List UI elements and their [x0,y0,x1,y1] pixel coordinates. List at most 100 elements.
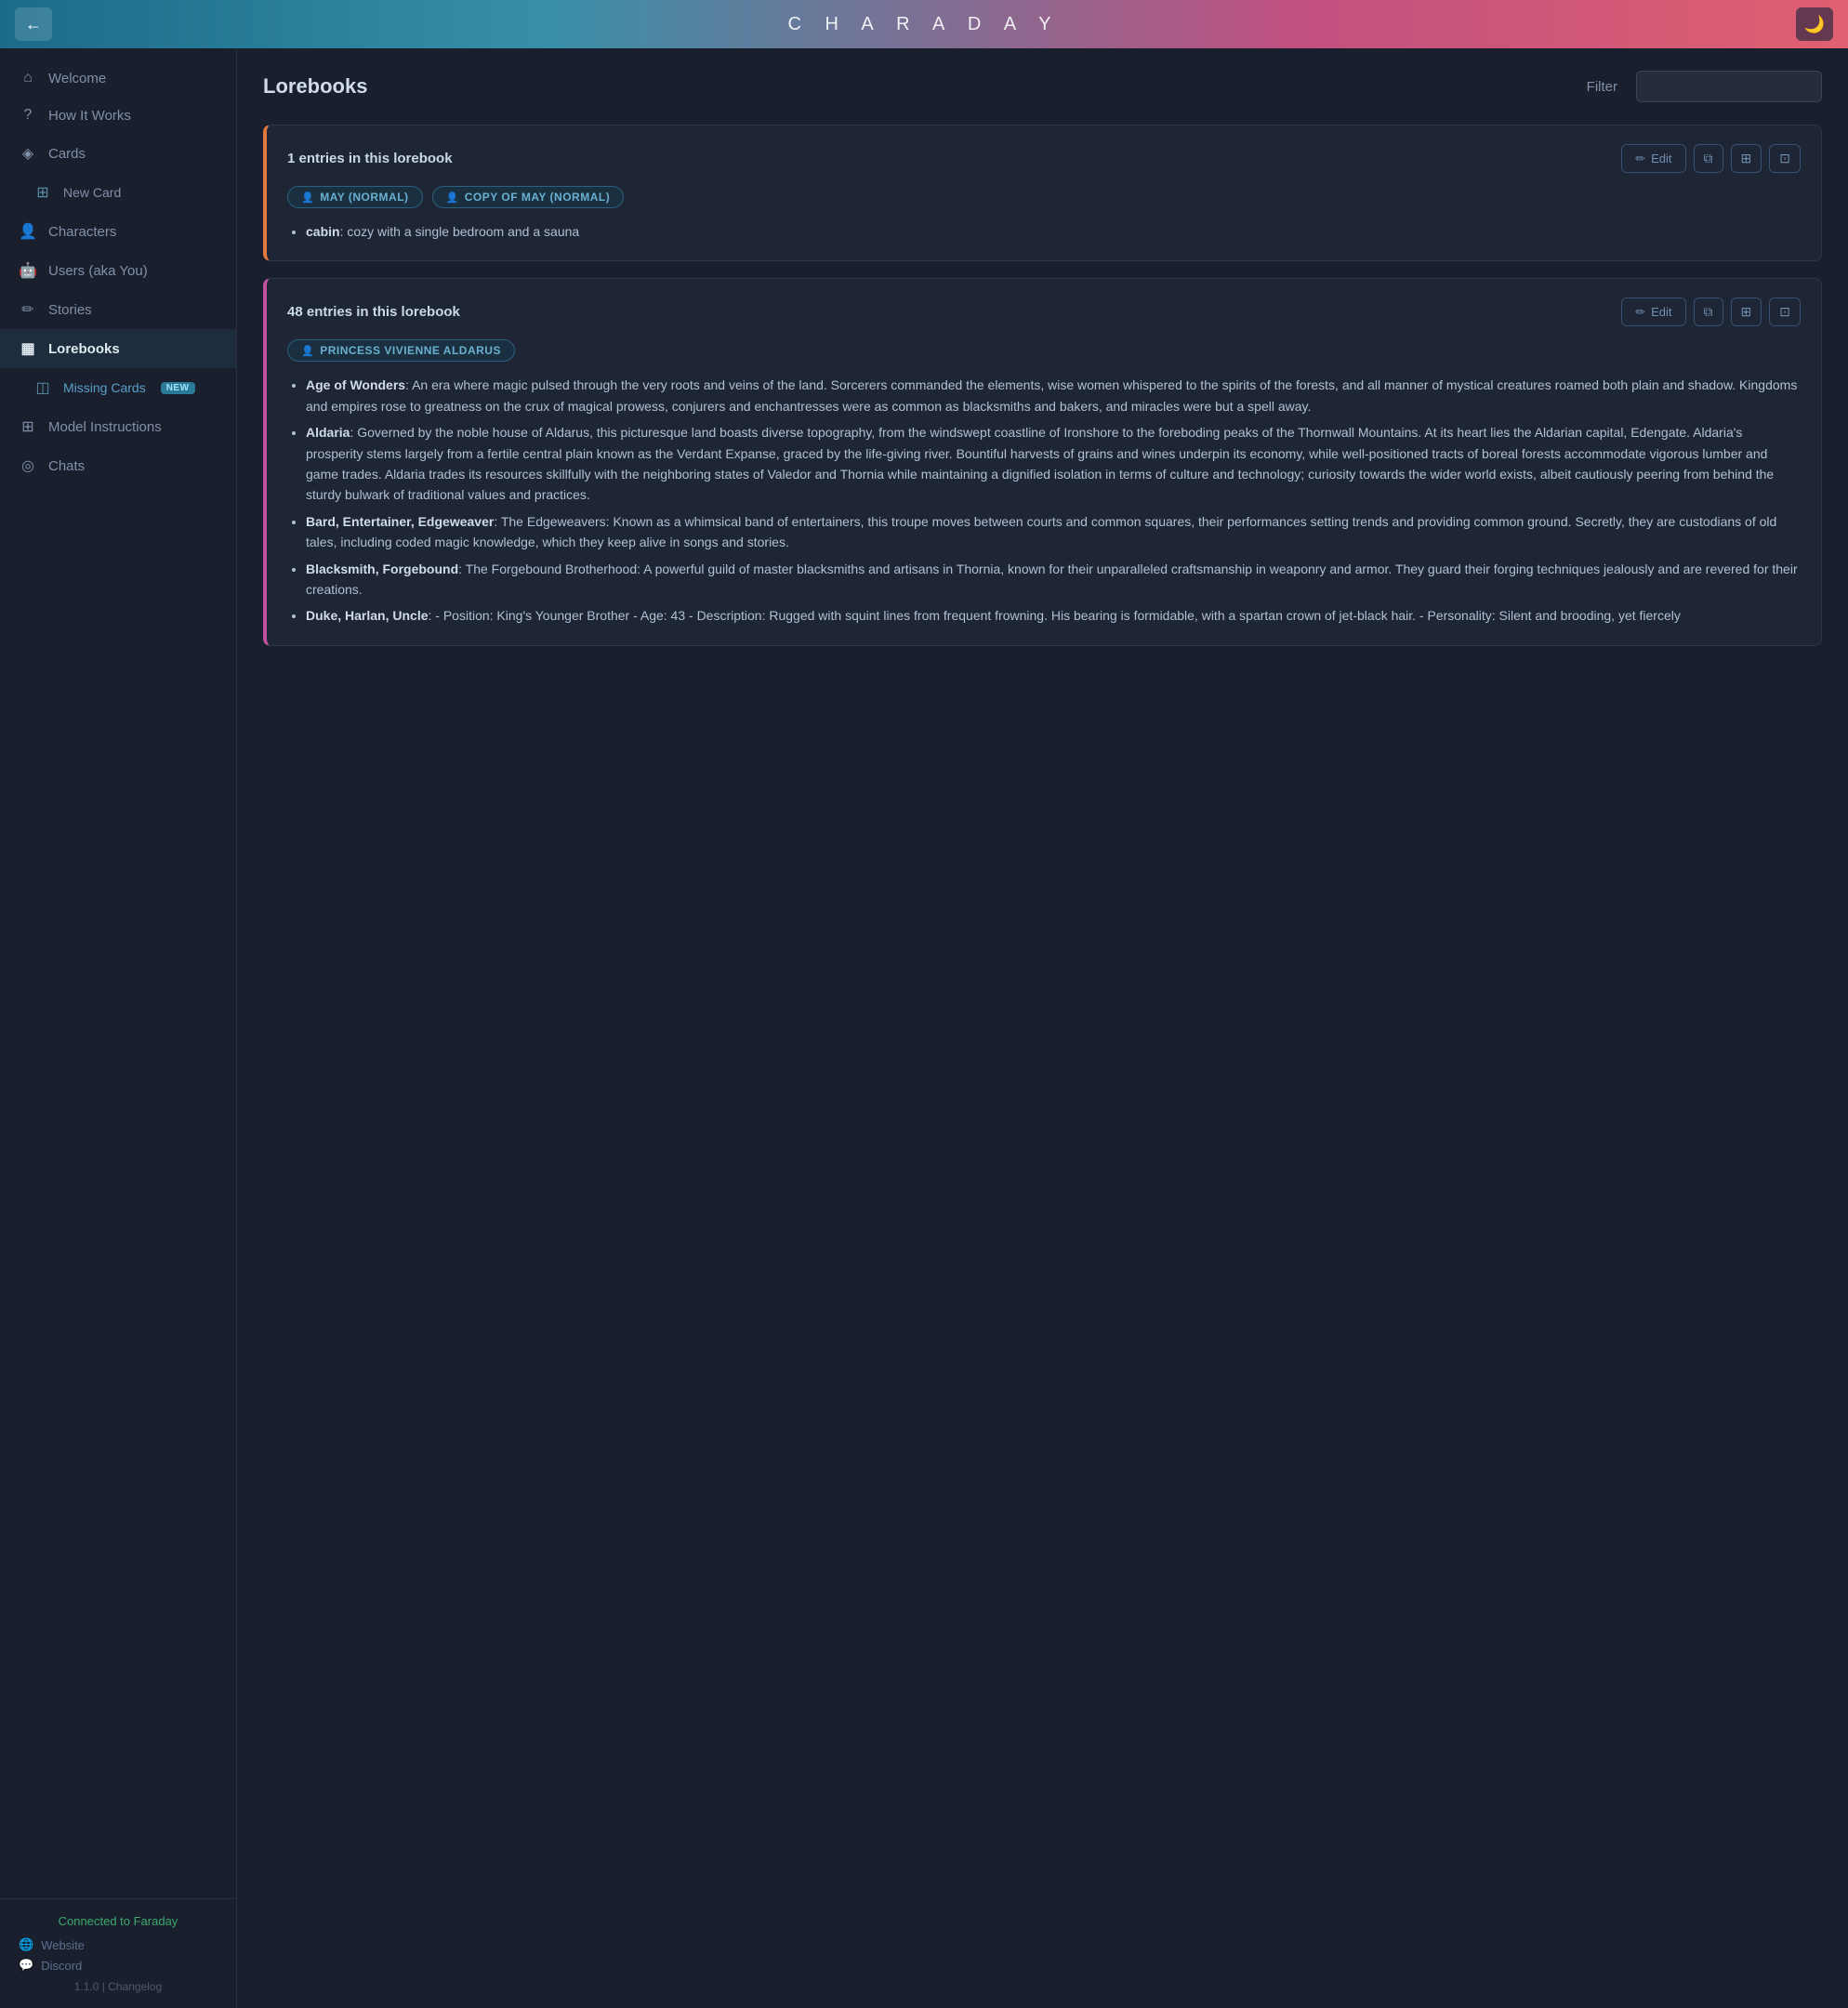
stories-icon: ✏ [19,300,37,319]
discord-icon: 💬 [19,1958,33,1973]
lorebook-tag-1-0[interactable]: 👤 PRINCESS VIVIENNE ALDARUS [287,339,515,362]
characters-icon: 👤 [19,222,37,241]
action-btn-2-1[interactable]: ⊡ [1769,297,1801,326]
entry-key-1-1: Aldaria [306,425,350,440]
sidebar-item-cards[interactable]: ◈ Cards [0,134,236,173]
sidebar-item-label-missing-cards: Missing Cards [63,380,146,395]
sidebar-item-label-users: Users (aka You) [48,263,148,279]
lorebook-tags-0: 👤 MAY (NORMAL) 👤 COPY OF MAY (NORMAL) [287,186,1801,208]
website-icon: 🌐 [19,1937,33,1952]
lorebook-entry-1-2: Bard, Entertainer, Edgeweaver: The Edgew… [306,511,1801,553]
entry-key-1-0: Age of Wonders [306,377,405,392]
new-card-icon: ⊞ [33,183,52,202]
entry-key-0-0: cabin [306,224,340,239]
app-title: C H A R A D A Y [787,14,1060,35]
sidebar-item-missing-cards[interactable]: ◫ Missing Cards NEW [0,368,236,407]
cards-icon: ◈ [19,144,37,163]
footer-link-label-discord: Discord [41,1959,82,1973]
action-btn-1-1[interactable]: ⊞ [1731,297,1762,326]
entry-key-1-4: Duke, Harlan, Uncle [306,608,429,623]
lorebook-entries-list-1: Age of Wonders: An era where magic pulse… [287,375,1801,626]
lorebook-entries-count-1: 48 entries in this lorebook [287,304,460,320]
sidebar-item-label-model-instructions: Model Instructions [48,419,162,435]
sidebar-item-how-it-works[interactable]: ? How It Works [0,97,236,134]
tag-label-1-0: PRINCESS VIVIENNE ALDARUS [320,344,501,357]
lorebook-entry-1-1: Aldaria: Governed by the noble house of … [306,422,1801,506]
lorebook-entries-count-0: 1 entries in this lorebook [287,151,453,166]
action-btn-2-0[interactable]: ⊡ [1769,144,1801,173]
filter-input[interactable] [1636,71,1822,102]
version-label: 1.1.0 | Changelog [19,1980,218,1993]
content-header: Lorebooks Filter [263,71,1822,102]
lorebook-card-1: 48 entries in this lorebook ✏ Edit ⧉ ⊞⊡ 👤 PRI… [263,278,1822,645]
sidebar-nav: ⌂ Welcome? How It Works ◈ Cards ⊞ New Card 👤 Cha… [0,48,236,1898]
sidebar-item-model-instructions[interactable]: ⊞ Model Instructions [0,407,236,446]
tag-icon-0-1: 👤 [446,192,459,204]
sidebar-item-lorebooks[interactable]: ▦ Lorebooks [0,329,236,368]
tag-label-0-0: MAY (NORMAL) [320,191,408,204]
page-title: Lorebooks [263,74,367,99]
lorebook-card-header-1: 48 entries in this lorebook ✏ Edit ⧉ ⊞⊡ [287,297,1801,326]
edit-button-1[interactable]: ✏ Edit [1621,297,1685,326]
sidebar-item-label-how-it-works: How It Works [48,108,131,124]
welcome-icon: ⌂ [19,70,37,86]
lorebook-entry-1-4: Duke, Harlan, Uncle: - Position: King's … [306,605,1801,626]
lorebook-actions-0: ✏ Edit ⧉ ⊞⊡ [1621,144,1801,173]
content-area: Lorebooks Filter 1 entries in this loreb… [237,48,1848,2008]
entry-key-1-2: Bard, Entertainer, Edgeweaver [306,514,494,529]
sidebar-item-chats[interactable]: ◎ Chats [0,446,236,485]
lorebook-tags-1: 👤 PRINCESS VIVIENNE ALDARUS [287,339,1801,362]
lorebook-entries-list-0: cabin: cozy with a single bedroom and a … [287,221,1801,242]
chats-icon: ◎ [19,456,37,475]
footer-link-discord[interactable]: 💬 Discord [19,1958,218,1973]
lorebook-actions-1: ✏ Edit ⧉ ⊞⊡ [1621,297,1801,326]
edit-icon-0: ✏ [1635,152,1645,166]
edit-button-0[interactable]: ✏ Edit [1621,144,1685,173]
top-header: ← C H A R A D A Y 🌙 [0,0,1848,48]
footer-links: 🌐 Website 💬 Discord [19,1937,218,1973]
how-it-works-icon: ? [19,107,37,124]
footer-link-website[interactable]: 🌐 Website [19,1937,218,1952]
sidebar-item-characters[interactable]: 👤 Characters [0,212,236,251]
lorebook-card-header-0: 1 entries in this lorebook ✏ Edit ⧉ ⊞⊡ [287,144,1801,173]
back-button[interactable]: ← [15,7,52,41]
model-instructions-icon: ⊞ [19,417,37,436]
sidebar-item-welcome[interactable]: ⌂ Welcome [0,59,236,97]
action-btn-1-0[interactable]: ⊞ [1731,144,1762,173]
copy-button-1[interactable]: ⧉ [1694,297,1723,326]
sidebar-item-label-cards: Cards [48,146,86,162]
sidebar-item-label-chats: Chats [48,458,85,474]
sidebar-item-label-stories: Stories [48,302,92,318]
lorebook-tag-0-0[interactable]: 👤 MAY (NORMAL) [287,186,423,208]
main-layout: ⌂ Welcome? How It Works ◈ Cards ⊞ New Card 👤 Cha… [0,48,1848,2008]
entry-key-1-3: Blacksmith, Forgebound [306,561,458,576]
sidebar-item-label-welcome: Welcome [48,71,106,86]
tag-icon-1-0: 👤 [301,345,314,357]
sidebar: ⌂ Welcome? How It Works ◈ Cards ⊞ New Card 👤 Cha… [0,48,237,2008]
connected-label: Connected to Faraday [19,1914,218,1928]
lorebooks-list: 1 entries in this lorebook✏ Edit⧉⊞⊡👤MAY … [263,125,1822,646]
new-badge-missing-cards: NEW [161,382,195,394]
tag-label-0-1: COPY OF MAY (NORMAL) [465,191,610,204]
sidebar-item-stories[interactable]: ✏ Stories [0,290,236,329]
sidebar-item-label-new-card: New Card [63,185,121,200]
sidebar-item-label-characters: Characters [48,224,116,240]
copy-button-0[interactable]: ⧉ [1694,144,1723,173]
lorebook-entry-1-0: Age of Wonders: An era where magic pulse… [306,375,1801,416]
footer-link-label-website: Website [41,1938,85,1952]
tag-icon-0-0: 👤 [301,192,314,204]
lorebook-card-0: 1 entries in this lorebook ✏ Edit ⧉ ⊞⊡ 👤 MAY … [263,125,1822,261]
filter-label: Filter [1587,79,1617,95]
missing-cards-icon: ◫ [33,378,52,397]
sidebar-item-users[interactable]: 🤖 Users (aka You) [0,251,236,290]
sidebar-item-label-lorebooks: Lorebooks [48,341,120,357]
sidebar-item-new-card[interactable]: ⊞ New Card [0,173,236,212]
edit-icon-1: ✏ [1635,305,1645,320]
lorebook-entry-0-0: cabin: cozy with a single bedroom and a … [306,221,1801,242]
sidebar-footer: Connected to Faraday 🌐 Website 💬 Discord 1.… [0,1898,236,2008]
theme-toggle-button[interactable]: 🌙 [1796,7,1833,41]
users-icon: 🤖 [19,261,37,280]
lorebook-entry-1-3: Blacksmith, Forgebound: The Forgebound B… [306,559,1801,601]
lorebook-tag-0-1[interactable]: 👤 COPY OF MAY (NORMAL) [432,186,625,208]
lorebooks-icon: ▦ [19,339,37,358]
